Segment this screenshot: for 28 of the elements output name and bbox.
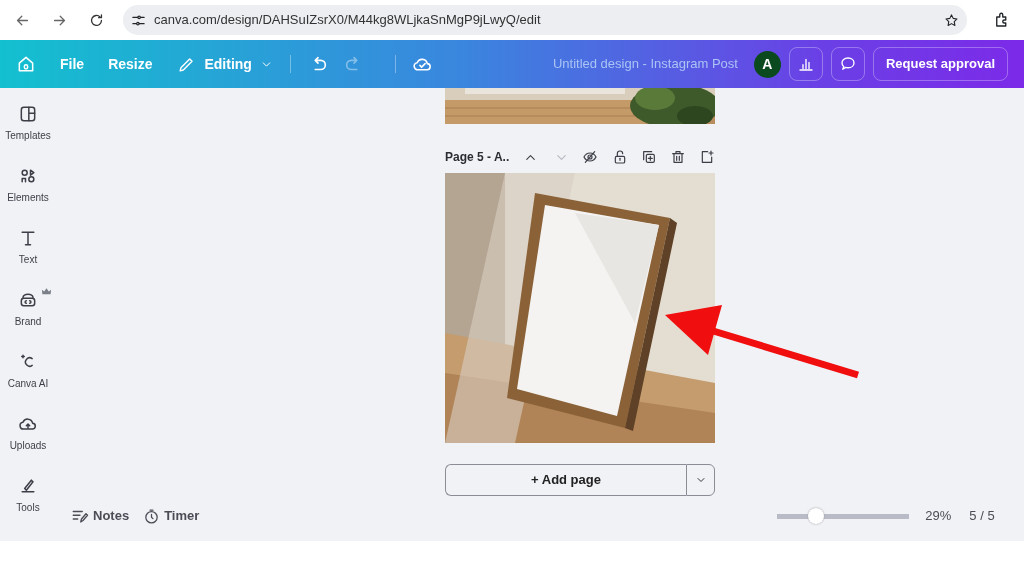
sidebar-item[interactable]: Canva AI [7, 376, 49, 391]
hide-icon[interactable] [582, 149, 599, 165]
briefcase-icon[interactable] [18, 290, 38, 310]
dropdown-button[interactable] [686, 464, 715, 496]
notes-button[interactable]: Notes [93, 506, 130, 526]
sidebar-item[interactable]: Uploads [9, 438, 47, 453]
comment-icon [838, 55, 857, 73]
timer-button[interactable]: Timer [164, 506, 200, 526]
add-page-button[interactable]: + Add page [445, 464, 686, 496]
layout-icon[interactable] [18, 104, 38, 124]
sidebar-item[interactable]: Brand [14, 314, 42, 329]
shapes-icon[interactable] [18, 166, 38, 186]
page-count[interactable]: 5 / 5 [969, 506, 995, 526]
request-approval-button[interactable]: Request approval [872, 47, 1008, 81]
duplicate-icon[interactable] [640, 149, 657, 165]
reload-icon[interactable] [88, 11, 105, 29]
sidebar-item[interactable]: Elements [7, 190, 49, 205]
trash-icon[interactable] [669, 149, 686, 165]
avatar[interactable]: A [753, 50, 781, 78]
sidebar-item[interactable]: Text [18, 252, 38, 267]
star-icon[interactable] [944, 12, 959, 28]
zoom-reading: 29% [925, 507, 952, 526]
sidebar-item[interactable]: Tools [16, 500, 40, 515]
insights-button[interactable] [788, 47, 823, 81]
timer-icon[interactable] [143, 507, 161, 525]
sidebar-item[interactable]: Templates [5, 128, 51, 143]
comment-button[interactable] [830, 47, 865, 81]
page-title[interactable]: Page 5 - A.. [445, 148, 510, 166]
